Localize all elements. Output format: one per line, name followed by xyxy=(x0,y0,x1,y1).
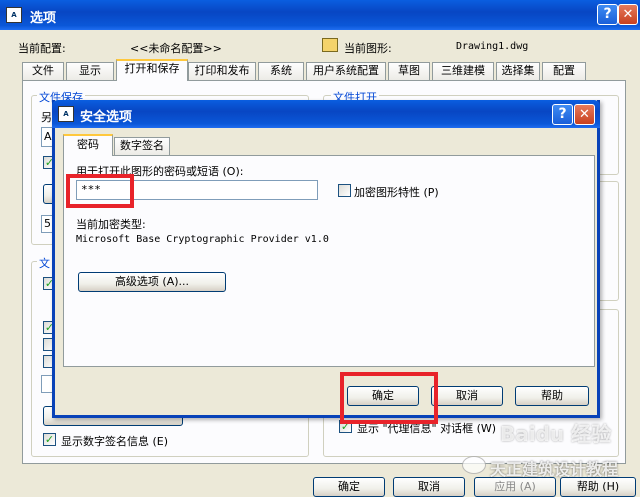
dialog-help-button[interactable]: 帮助 xyxy=(515,386,589,406)
dialog-cancel-button[interactable]: 取消 xyxy=(431,386,503,406)
drawing-file-icon xyxy=(322,38,338,52)
autocad-app-icon: A xyxy=(6,7,22,23)
tab-files[interactable]: 文件 xyxy=(22,62,64,80)
tab-3d-modeling[interactable]: 三维建模 xyxy=(432,62,494,80)
encrypt-properties-label: 加密图形特性 (P) xyxy=(354,186,439,199)
dialog-title-bar: A 安全选项 ? ✕ xyxy=(52,100,600,128)
drawing-value: Drawing1.dwg xyxy=(456,41,529,52)
encryption-type-value: Microsoft Base Cryptographic Provider v1… xyxy=(76,234,329,245)
channel-watermark: 天正建筑设计教程 xyxy=(490,460,619,479)
tab-open-save[interactable]: 打开和保存 xyxy=(116,59,188,81)
dialog-title: 安全选项 xyxy=(80,110,133,125)
tab-plot-publish[interactable]: 打印和发布 xyxy=(188,62,256,80)
baidu-watermark: Baidu 经验 xyxy=(500,422,612,446)
show-digital-signature-checkbox[interactable]: ✓ xyxy=(43,433,56,446)
dialog-help-icon[interactable]: ? xyxy=(552,104,573,125)
dialog-tab-digital-signature[interactable]: 数字签名 xyxy=(114,137,170,155)
encrypt-properties-checkbox[interactable] xyxy=(338,184,351,197)
ok-highlight-box xyxy=(340,372,438,424)
tab-profiles[interactable]: 配置 xyxy=(542,62,586,80)
advanced-options-button[interactable]: 高级选项 (A)... xyxy=(78,272,226,292)
dialog-close-icon[interactable]: ✕ xyxy=(574,104,595,125)
options-title-bar: A 选项 ? ✕ xyxy=(0,0,640,30)
outer-cancel-button[interactable]: 取消 xyxy=(393,477,465,497)
tab-selection[interactable]: 选择集 xyxy=(496,62,540,80)
security-options-dialog: A 安全选项 ? ✕ 密码 数字签名 用于打开此图形的密码或短语 (O): **… xyxy=(52,100,600,418)
profile-value: <<未命名配置>> xyxy=(130,42,222,55)
channel-logo-icon xyxy=(462,456,486,474)
tab-display[interactable]: 显示 xyxy=(66,62,114,80)
options-title: 选项 xyxy=(30,11,57,26)
drawing-label: 当前图形: xyxy=(344,42,392,55)
outer-ok-button[interactable]: 确定 xyxy=(313,477,385,497)
password-highlight-box xyxy=(66,174,134,208)
tab-drafting[interactable]: 草图 xyxy=(388,62,430,80)
file-safety-title-partial: 文 xyxy=(37,255,52,271)
help-icon[interactable]: ? xyxy=(597,4,618,25)
close-icon[interactable]: ✕ xyxy=(618,4,638,25)
show-digital-signature-label: 显示数字签名信息 (E) xyxy=(61,435,169,448)
autocad-app-icon: A xyxy=(58,106,74,122)
dialog-tab-password[interactable]: 密码 xyxy=(63,134,113,156)
profile-label: 当前配置: xyxy=(18,42,66,55)
encryption-type-label: 当前加密类型: xyxy=(76,218,146,231)
tab-system[interactable]: 系统 xyxy=(258,62,304,80)
outer-apply-button[interactable]: 应用 (A) xyxy=(474,477,556,497)
dialog-tab-panel: 用于打开此图形的密码或短语 (O): *** 加密图形特性 (P) 当前加密类型… xyxy=(63,155,595,367)
save-as-label-partial: 另 xyxy=(41,111,52,124)
tab-user-prefs[interactable]: 用户系统配置 xyxy=(306,62,386,80)
outer-help-button[interactable]: 帮助 (H) xyxy=(560,477,636,497)
